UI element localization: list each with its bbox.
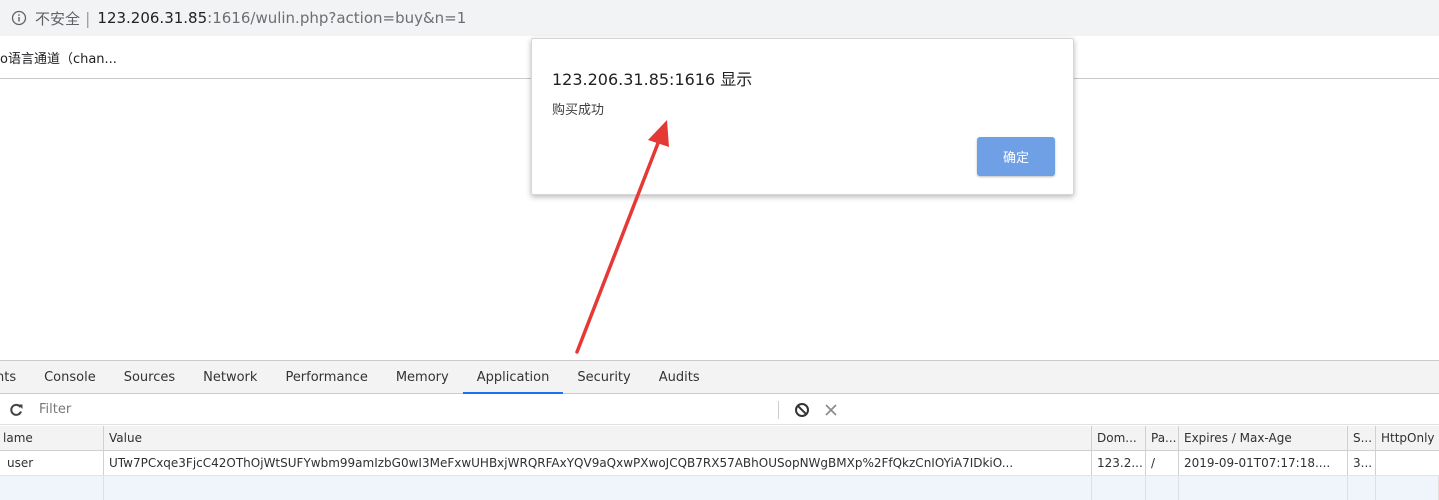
empty-cell xyxy=(1146,476,1179,500)
column-header-domain[interactable]: Dom... xyxy=(1092,426,1146,450)
cookie-size: 3... xyxy=(1348,451,1376,475)
column-header-path[interactable]: Pa... xyxy=(1146,426,1179,450)
empty-cell xyxy=(1376,476,1439,500)
empty-cell xyxy=(104,476,1092,500)
cookies-toolbar xyxy=(0,395,1439,425)
address-bar[interactable]: 不安全 | 123.206.31.85:1616/wulin.php?actio… xyxy=(0,0,1439,36)
column-header-httponly[interactable]: HttpOnly xyxy=(1376,426,1439,450)
column-header-value[interactable]: Value xyxy=(104,426,1092,450)
cookies-table: lame Value Dom... Pa... Expires / Max-Ag… xyxy=(0,426,1439,500)
url-host[interactable]: 123.206.31.85 xyxy=(97,9,207,27)
info-icon[interactable] xyxy=(11,10,27,26)
refresh-icon[interactable] xyxy=(9,403,23,417)
cookie-name: user xyxy=(0,451,104,475)
tab-audits[interactable]: Audits xyxy=(645,361,714,393)
tab-security[interactable]: Security xyxy=(563,361,644,393)
bookmark-item[interactable]: o语言通道（chan... xyxy=(0,48,117,67)
tab-network[interactable]: Network xyxy=(189,361,271,393)
tab-elements[interactable]: nts xyxy=(0,361,30,393)
table-row[interactable]: user UTw7PCxqe3FjcC42OThOjWtSUFYwbm99amI… xyxy=(0,451,1439,476)
clear-all-icon[interactable] xyxy=(794,402,810,418)
empty-cell xyxy=(1348,476,1376,500)
cookie-path: / xyxy=(1146,451,1179,475)
cookie-httponly xyxy=(1376,451,1439,475)
dialog-message: 购买成功 xyxy=(552,103,605,118)
address-separator: | xyxy=(85,8,91,28)
ok-button[interactable]: 确定 xyxy=(977,137,1055,176)
tab-performance[interactable]: Performance xyxy=(271,361,381,393)
column-header-expires[interactable]: Expires / Max-Age xyxy=(1179,426,1348,450)
devtools-panel: nts Console Sources Network Performance … xyxy=(0,360,1439,500)
tab-memory[interactable]: Memory xyxy=(382,361,463,393)
table-empty-row xyxy=(0,476,1439,500)
devtools-tabbar: nts Console Sources Network Performance … xyxy=(0,361,1439,394)
empty-cell xyxy=(1179,476,1348,500)
column-header-size[interactable]: S... xyxy=(1348,426,1376,450)
tab-console[interactable]: Console xyxy=(30,361,110,393)
empty-cell xyxy=(1092,476,1146,500)
cookie-domain: 123.2... xyxy=(1092,451,1146,475)
alert-dialog: 123.206.31.85:1616 显示 购买成功 确定 xyxy=(531,38,1074,195)
empty-cell xyxy=(0,476,104,500)
dialog-title: 123.206.31.85:1616 显示 xyxy=(552,70,753,89)
tab-sources[interactable]: Sources xyxy=(110,361,189,393)
column-header-name[interactable]: lame xyxy=(0,426,104,450)
tab-application[interactable]: Application xyxy=(462,361,564,394)
delete-selected-icon[interactable] xyxy=(825,403,837,416)
table-header: lame Value Dom... Pa... Expires / Max-Ag… xyxy=(0,426,1439,451)
url-path[interactable]: :1616/wulin.php?action=buy&n=1 xyxy=(207,9,466,27)
cookie-expires: 2019-09-01T07:17:18.... xyxy=(1179,451,1348,475)
toolbar-divider xyxy=(778,400,779,419)
cookie-value: UTw7PCxqe3FjcC42OThOjWtSUFYwbm99amIzbG0w… xyxy=(104,451,1092,475)
filter-input[interactable] xyxy=(39,399,770,420)
security-status: 不安全 xyxy=(35,9,81,28)
